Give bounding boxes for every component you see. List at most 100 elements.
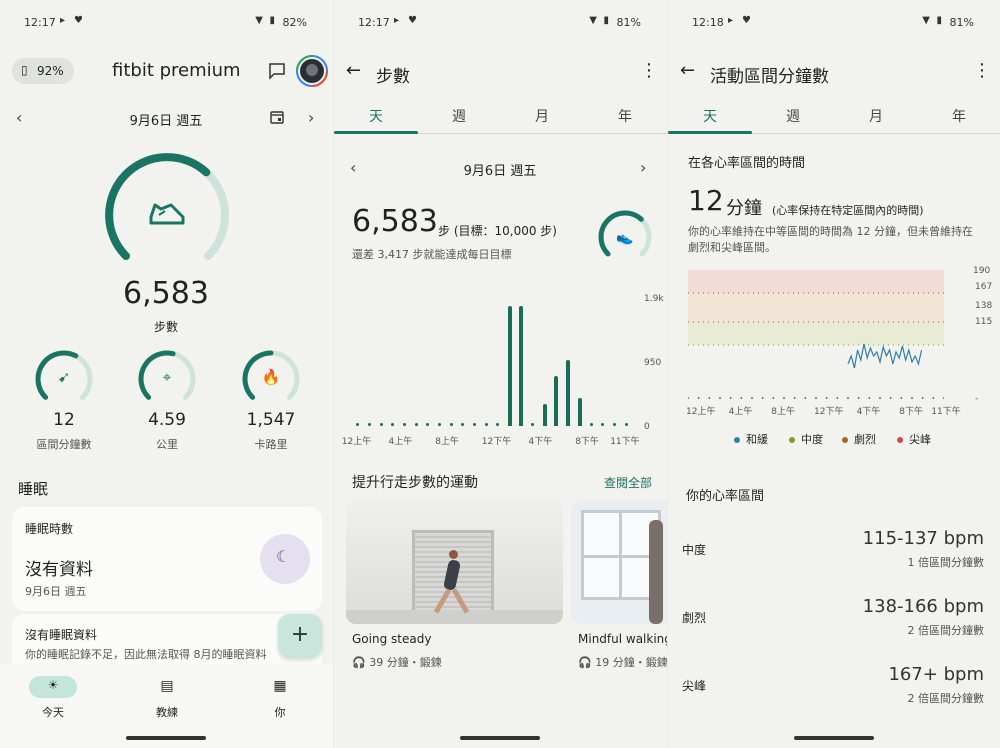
stat-zone[interactable]: ➹ 12 區間分鐘數 — [33, 348, 95, 451]
workout-card-image[interactable] — [346, 500, 563, 624]
device-battery-chip[interactable]: ▯ 92% — [12, 58, 74, 84]
zone-row[interactable]: 尖峰 167+ bpm 2 倍區間分鐘數 — [668, 662, 1000, 722]
x-tick-label: 4下午 — [856, 407, 881, 417]
chart-point — [426, 423, 430, 426]
steps-chart[interactable] — [352, 290, 632, 430]
fat-burn-zone-band — [688, 322, 944, 345]
baseline-dot — [911, 397, 913, 399]
chart-bar[interactable] — [565, 359, 570, 426]
section-title: 提升行走步數的運動 — [352, 475, 478, 491]
prev-day-button[interactable]: ‹ — [350, 158, 356, 177]
see-all-link[interactable]: 查閱全部 — [604, 474, 652, 491]
legend-item: 中度 — [789, 431, 823, 447]
tab-week[interactable]: 週 — [751, 106, 835, 126]
baseline-dot — [857, 397, 860, 399]
today-screen: 12:17 ▸ ♥ ▼ ▮ 82% ▯ 92% fitbit premium ‹… — [0, 0, 333, 748]
tab-week[interactable]: 週 — [417, 106, 501, 126]
steps-screen: 12:17 ▸ ♥ ▼ ▮ 81% ← 步數 ⋮ 天 週 月 年 ‹ 9月6日 … — [334, 0, 667, 748]
status-time: 12:18 — [692, 16, 724, 29]
stat-label: 區間分鐘數 — [36, 438, 92, 451]
zone-range: 115-137 bpm — [862, 528, 984, 549]
steps-remaining: 還差 3,417 步就能達成每日目標 — [352, 248, 512, 261]
zone-row[interactable]: 劇烈 138-166 bpm 2 倍區間分鐘數 — [668, 594, 1000, 654]
y-tick-max: 1.9k — [644, 294, 664, 304]
chart-bar[interactable] — [542, 403, 547, 426]
chart-point — [414, 423, 418, 426]
stat-value: 12 — [53, 410, 75, 430]
y-tick-115: 115 — [975, 317, 993, 327]
shoe-icon: 👟 — [616, 230, 634, 246]
chart-bar[interactable] — [519, 306, 524, 426]
baseline-dot — [836, 397, 839, 399]
add-fab[interactable]: + — [278, 614, 322, 658]
zone-row[interactable]: 中度 115-137 bpm 1 倍區間分鐘數 — [668, 526, 1000, 586]
prev-day-button[interactable]: ‹ — [16, 108, 22, 127]
stat-flame[interactable]: 🔥 1,547 卡路里 — [240, 348, 302, 451]
moon-icon: ☾ — [276, 547, 291, 566]
chart-point — [403, 423, 406, 426]
tab-indicator — [668, 131, 752, 134]
heart-icon: ♥ — [74, 15, 83, 26]
sleep-moon-button[interactable]: ☾ — [260, 534, 310, 584]
flame-icon: 🔥 — [261, 368, 281, 386]
legend-swatch — [842, 437, 848, 443]
chart-point — [613, 423, 616, 426]
x-tick-label: 12下午 — [814, 407, 844, 417]
clipboard-icon[interactable]: ▤ — [134, 678, 200, 694]
baseline-dot — [719, 397, 721, 399]
chart-point — [461, 423, 465, 426]
chart-point — [449, 423, 453, 426]
heart-rate-chart[interactable] — [687, 270, 945, 400]
more-menu-icon[interactable]: ⋮ — [973, 60, 991, 81]
tab-year[interactable]: 年 — [917, 106, 1000, 126]
headphones-icon: 🎧 — [578, 656, 596, 669]
location-pin-icon: ⌖ — [162, 368, 172, 386]
baseline-dot — [761, 397, 764, 399]
nav-you-label[interactable]: 你 — [247, 704, 313, 720]
grid-icon[interactable]: ▦ — [247, 678, 313, 694]
steps-ring[interactable] — [102, 150, 232, 280]
more-menu-icon[interactable]: ⋮ — [640, 60, 658, 81]
next-day-button[interactable]: › — [640, 158, 646, 177]
chart-bar[interactable] — [554, 375, 559, 426]
page-title: 步數 — [376, 67, 410, 87]
tab-month[interactable]: 月 — [500, 106, 584, 126]
headphones-icon: 🎧 — [352, 656, 370, 669]
workout-title-2: Mindful walking — [578, 632, 667, 646]
stat-label: 卡路里 — [254, 438, 288, 451]
chart-point — [589, 423, 593, 426]
legend-swatch — [789, 437, 795, 443]
nav-coach-label[interactable]: 教練 — [134, 704, 200, 720]
back-arrow-icon[interactable]: ← — [346, 60, 361, 81]
nav-today-button[interactable]: ☀ — [29, 676, 77, 698]
workout-card-image-2[interactable] — [571, 500, 667, 624]
stat-value: 4.59 — [148, 410, 186, 430]
page-title: 活動區間分鐘數 — [710, 67, 829, 87]
chart-bar[interactable] — [507, 306, 512, 426]
next-day-button[interactable]: › — [308, 108, 314, 127]
baseline-dot — [932, 397, 935, 399]
heart-icon: ♥ — [408, 15, 417, 26]
chart-bar[interactable] — [577, 397, 582, 426]
legend-item: 和緩 — [734, 431, 768, 447]
baseline-dot — [804, 397, 807, 399]
tab-year[interactable]: 年 — [583, 106, 667, 126]
tab-month[interactable]: 月 — [834, 106, 918, 126]
x-tick-label: 4上午 — [728, 407, 753, 417]
tab-day[interactable]: 天 — [334, 106, 418, 126]
workout-meta-2: 🎧 19 分鐘・鍛鍊 — [578, 656, 667, 669]
status-bar: 12:17 ▸ ♥ ▼ ▮ 82% — [0, 0, 333, 44]
avatar[interactable] — [296, 55, 328, 87]
legend-swatch — [734, 437, 740, 443]
x-tick-label: 12上午 — [341, 437, 372, 447]
back-arrow-icon[interactable]: ← — [680, 60, 695, 81]
minutes-value: 12 — [688, 184, 724, 217]
chart-point — [368, 423, 371, 426]
sleep-card[interactable]: 睡眠時數 沒有資料 9月6日 週五 ☾ — [12, 507, 322, 611]
y-tick-190: 190 — [973, 266, 991, 276]
x-tick-label: 12下午 — [481, 437, 512, 447]
tab-day[interactable]: 天 — [668, 106, 752, 126]
stat-location-pin[interactable]: ⌖ 4.59 公里 — [136, 348, 198, 451]
chat-icon[interactable] — [268, 62, 286, 80]
calendar-icon[interactable] — [270, 110, 284, 124]
